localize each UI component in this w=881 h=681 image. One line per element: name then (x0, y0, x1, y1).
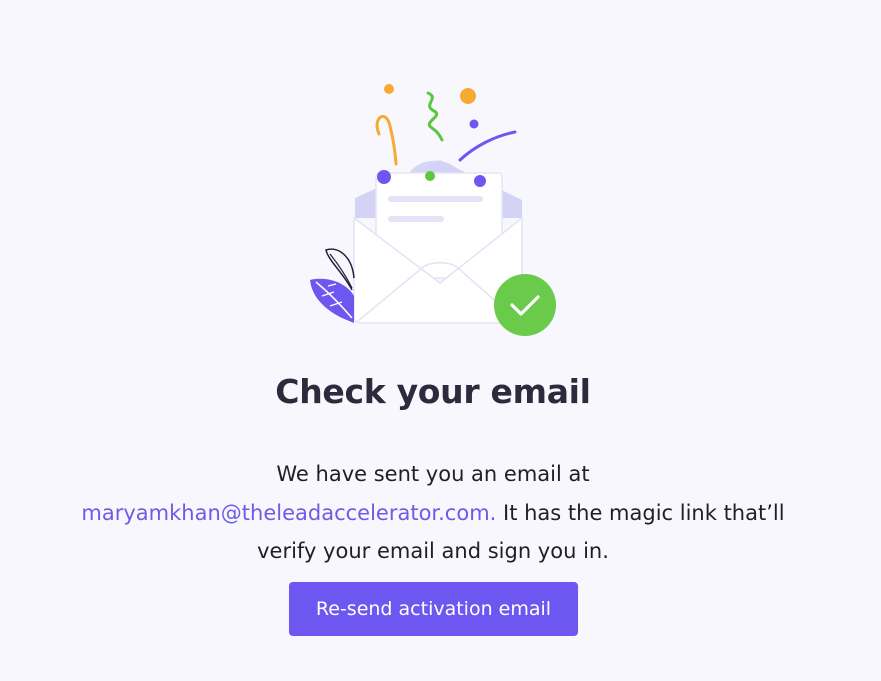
letter-line (388, 216, 444, 222)
check-email-page: Check your email We have sent you an ema… (0, 0, 881, 681)
confetti-dot (377, 170, 391, 184)
confetti-dot (460, 88, 476, 104)
check-icon (494, 274, 556, 336)
open-envelope-illustration (310, 84, 556, 336)
confirmation-message: We have sent you an email at maryamkhan@… (40, 455, 826, 571)
message-line-3: verify your email and sign you in. (257, 539, 609, 563)
letter-line (388, 196, 483, 202)
resend-activation-button[interactable]: Re-send activation email (289, 582, 578, 636)
email-address-link[interactable]: maryamkhan@theleadaccelerator.com. (81, 501, 496, 525)
message-line-2: It has the magic link that’ll (496, 500, 785, 525)
message-line-1: We have sent you an email at (276, 462, 590, 486)
page-title: Check your email (275, 372, 591, 411)
confetti-dot (425, 171, 435, 181)
confetti-streamer (375, 114, 398, 166)
confetti-arc (458, 130, 517, 162)
confetti-squiggle (426, 91, 444, 142)
confetti-dot (384, 84, 394, 94)
leaf-icon (310, 248, 355, 323)
confetti-dot (469, 119, 479, 129)
confetti-dot (474, 175, 486, 187)
